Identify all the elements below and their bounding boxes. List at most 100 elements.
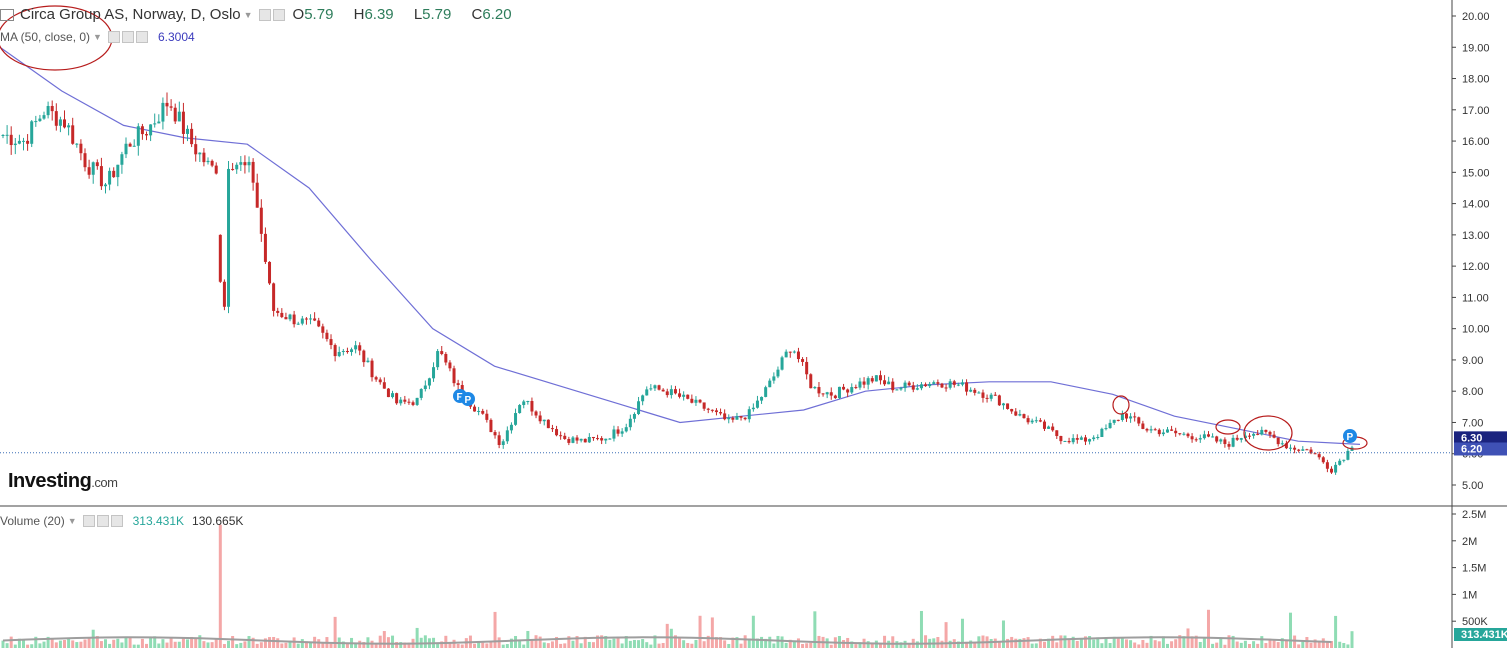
volume-bar: [1227, 635, 1231, 648]
annotation-ellipse: [1112, 395, 1130, 415]
candle-body: [1034, 420, 1038, 422]
candle-body: [440, 351, 444, 354]
volume-bar: [268, 637, 272, 648]
candle-body: [743, 417, 747, 420]
candle-body: [407, 401, 411, 403]
volume-bar: [243, 641, 247, 648]
volume-bar: [1350, 631, 1354, 648]
dropdown-caret-icon[interactable]: ▼: [68, 516, 77, 526]
candle-body: [796, 351, 800, 360]
candle-body: [509, 424, 513, 431]
volume-bar: [391, 635, 395, 648]
symbol-legend[interactable]: Circa Group AS, Norway, D, Oslo ▼ O5.79 …: [0, 6, 528, 23]
eye-icon[interactable]: [107, 31, 120, 43]
volume-bar: [83, 639, 87, 648]
candle-body: [99, 166, 103, 187]
volume-bar: [924, 635, 928, 648]
volume-bar: [460, 644, 464, 648]
candle-body: [1063, 440, 1067, 442]
candle-body: [1288, 447, 1292, 449]
candle-body: [391, 393, 395, 398]
volume-bar: [1055, 642, 1059, 648]
volume-bars: [1, 524, 1354, 648]
ma-line-path: [0, 46, 1361, 445]
price-tick-label: 8.00: [1462, 386, 1483, 398]
volume-bar: [1215, 642, 1219, 648]
candle-body: [177, 111, 181, 122]
close-icon[interactable]: [110, 515, 123, 527]
candle-body: [1321, 457, 1325, 463]
candle-body: [9, 134, 13, 146]
volume-bar: [75, 642, 79, 648]
candle-body: [641, 395, 645, 402]
dropdown-caret-icon[interactable]: ▼: [244, 10, 253, 20]
settings-icon[interactable]: [96, 515, 109, 527]
volume-bar: [915, 641, 919, 648]
volume-bar: [1243, 640, 1247, 648]
close-icon[interactable]: [135, 31, 148, 43]
volume-bar: [743, 635, 747, 648]
eye-icon[interactable]: [82, 515, 95, 527]
volume-bar: [415, 627, 419, 648]
candle-body: [587, 436, 591, 443]
candle-body: [13, 143, 17, 146]
candle-body: [956, 384, 960, 386]
volume-bar: [1346, 644, 1350, 648]
volume-bar: [79, 641, 83, 648]
candle-body: [1104, 428, 1108, 430]
candle-body: [628, 418, 632, 428]
volume-bar: [128, 637, 132, 648]
candle-body: [181, 111, 185, 134]
candle-body: [649, 388, 653, 390]
volume-bar: [534, 635, 538, 648]
volume-bar: [805, 643, 809, 648]
volume-bar: [202, 641, 206, 648]
candle-body: [842, 386, 846, 390]
chart-type-icon[interactable]: [0, 8, 14, 21]
volume-label: Volume (20): [0, 514, 65, 528]
dropdown-caret-icon[interactable]: ▼: [93, 32, 102, 42]
volume-bar: [140, 638, 144, 648]
candle-body: [198, 152, 202, 155]
last-price-label: 6.20: [1461, 443, 1482, 455]
volume-bar: [542, 642, 546, 648]
volume-bar: [665, 623, 669, 648]
candle-body: [706, 408, 710, 410]
volume-bar: [1239, 642, 1243, 648]
candle-body: [620, 431, 624, 434]
candle-body: [432, 367, 436, 379]
candle-body: [501, 441, 505, 445]
candle-body: [1026, 418, 1030, 423]
candle-body: [858, 381, 862, 388]
settings-icon[interactable]: [272, 8, 285, 21]
volume-bar: [948, 640, 952, 648]
candle-body: [1170, 429, 1174, 431]
candle-body: [1030, 420, 1034, 423]
candle-body: [1055, 430, 1059, 437]
price-chart[interactable]: F PP 20.0019.0018.0017.0016.0015.0014.001…: [0, 0, 1507, 648]
volume-bar: [1063, 635, 1067, 648]
volume-legend[interactable]: Volume (20) ▼ 313.431K 130.665K: [0, 514, 243, 528]
candle-body: [30, 121, 34, 144]
candle-body: [259, 207, 263, 234]
ma-legend[interactable]: MA (50, close, 0) ▼ 6.3004: [0, 30, 195, 44]
volume-bar: [280, 643, 284, 648]
candle-body: [1211, 436, 1215, 438]
volume-tick-label: 1M: [1462, 589, 1477, 601]
candle-body: [1342, 459, 1346, 461]
eye-icon[interactable]: [258, 8, 271, 21]
candle-body: [91, 162, 95, 175]
volume-bar: [54, 642, 58, 648]
candle-body: [866, 378, 870, 385]
volume-bar: [157, 643, 161, 648]
candle-body: [272, 283, 276, 311]
volume-bar: [1153, 640, 1157, 648]
volume-bar: [772, 643, 776, 648]
volume-bar: [227, 640, 231, 648]
settings-icon[interactable]: [121, 31, 134, 43]
price-axis[interactable]: 20.00 19.00 18.00 17.00 16.00 15.00 14.00 13.00…: [0, 0, 1507, 648]
volume-bar: [38, 643, 42, 648]
candle-body: [768, 380, 772, 388]
candle-body: [682, 394, 686, 397]
candle-body: [386, 388, 390, 398]
